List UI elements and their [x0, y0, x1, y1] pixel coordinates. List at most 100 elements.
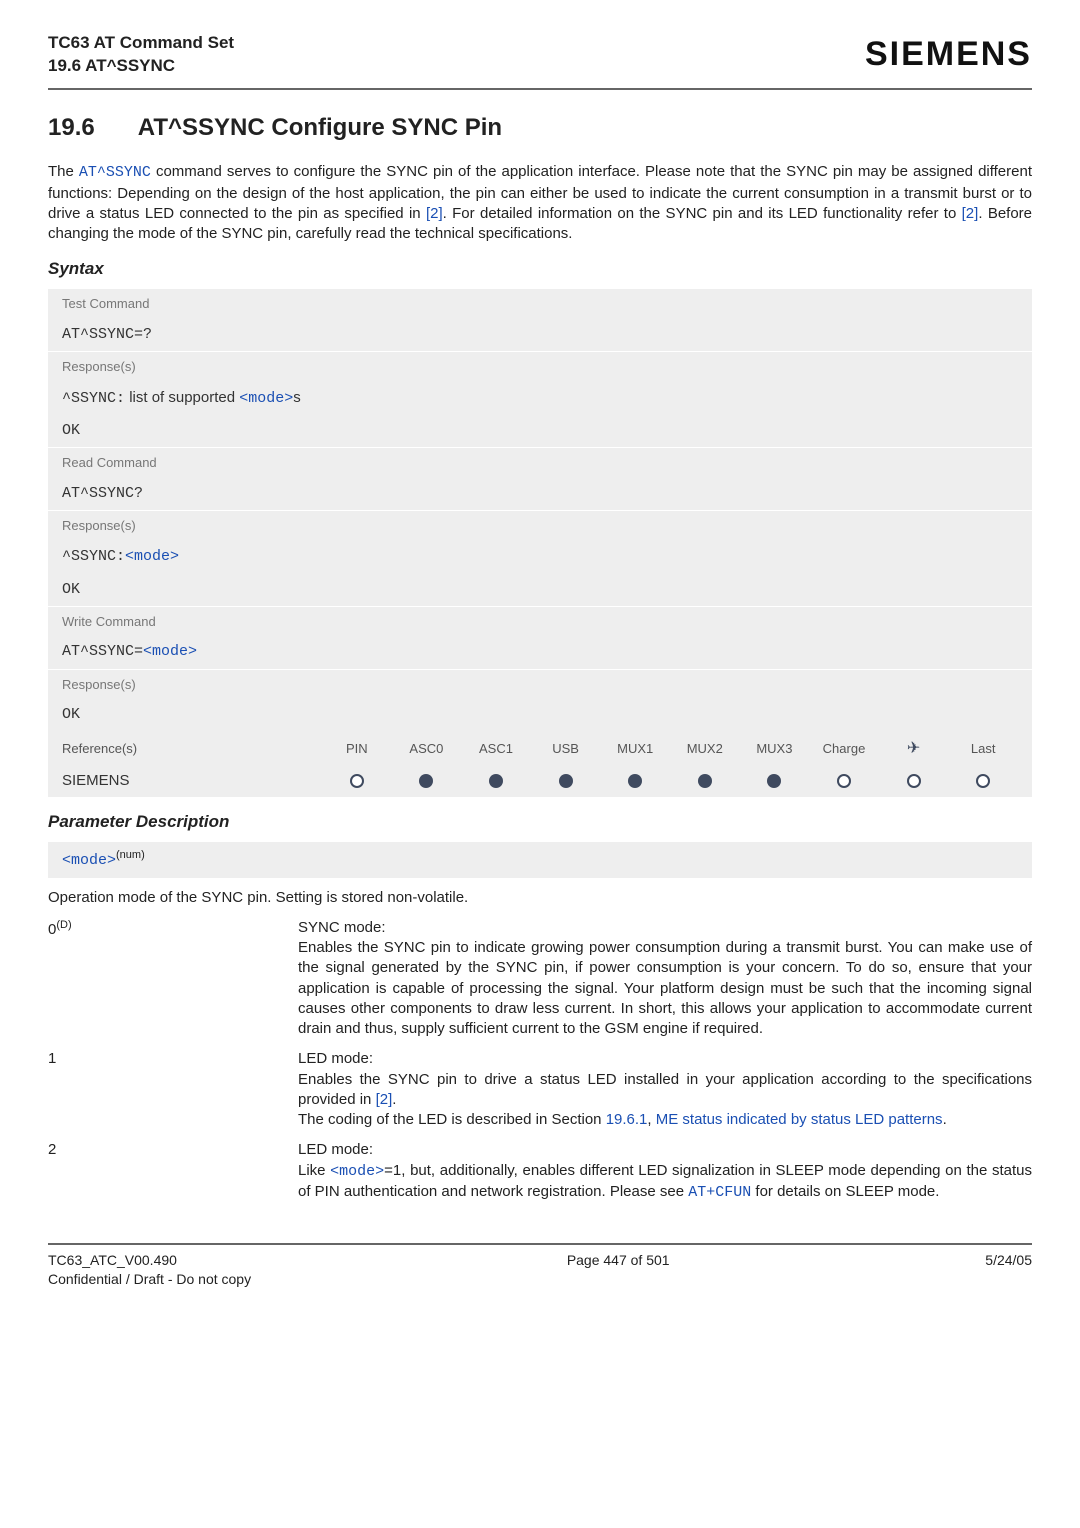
definition-key: 1 [48, 1049, 298, 1130]
col-pin: PIN [322, 740, 392, 758]
reference-header-row: Reference(s) PIN ASC0 ASC1 USB MUX1 MUX2… [48, 732, 1032, 766]
definition-body: for details on SLEEP mode. [751, 1183, 939, 1200]
section-heading-text: AT^SSYNC Configure SYNC Pin [138, 114, 502, 141]
cmd-link[interactable]: AT^SSYNC [79, 164, 151, 181]
support-dot-filled [559, 774, 573, 788]
col-asc1: ASC1 [461, 740, 531, 758]
definition-title: LED mode: [298, 1050, 373, 1067]
mode-intro: Operation mode of the SYNC pin. Setting … [48, 888, 1032, 908]
mode-link[interactable]: <mode> [239, 390, 293, 407]
intro-text: The [48, 163, 79, 180]
definition-row: 0(D) SYNC mode: Enables the SYNC pin to … [48, 918, 1032, 1040]
write-command-label: Write Command [48, 606, 1032, 637]
footer-date: 5/24/05 [985, 1251, 1032, 1289]
read-command: AT^SSYNC? [48, 478, 1032, 510]
definition-value: SYNC mode: Enables the SYNC pin to indic… [298, 918, 1032, 1040]
support-dot-filled [767, 774, 781, 788]
definition-body: Like [298, 1162, 330, 1179]
intro-paragraph: The AT^SSYNC command serves to configure… [48, 162, 1032, 244]
ok-line: OK [48, 699, 1032, 731]
footer-page-number: Page 447 of 501 [567, 1251, 670, 1289]
definition-value: LED mode: Like <mode>=1, but, additional… [298, 1140, 1032, 1203]
definition-body: , [647, 1111, 655, 1128]
support-dot-hollow [976, 774, 990, 788]
definition-key-value: 2 [48, 1141, 56, 1158]
support-dot-filled [419, 774, 433, 788]
response-label: Response(s) [48, 510, 1032, 541]
mode-link[interactable]: <mode> [125, 548, 179, 565]
definition-row: 1 LED mode: Enables the SYNC pin to driv… [48, 1049, 1032, 1130]
section-link[interactable]: 19.6.1 [606, 1111, 648, 1128]
definition-key: 2 [48, 1140, 298, 1203]
definition-value: LED mode: Enables the SYNC pin to drive … [298, 1049, 1032, 1130]
write-command: AT^SSYNC=<mode> [48, 636, 1032, 668]
syntax-panel: Test Command AT^SSYNC=? Response(s) ^SSY… [48, 289, 1032, 797]
reference-value-row: SIEMENS [48, 765, 1032, 797]
support-dot-hollow [907, 774, 921, 788]
mode-link[interactable]: <mode> [330, 1163, 384, 1180]
footer-doc-id: TC63_ATC_V00.490 [48, 1251, 251, 1270]
section-title: 19.6 AT^SSYNC Configure SYNC Pin [48, 112, 1032, 144]
col-asc0: ASC0 [392, 740, 462, 758]
mode-token-box: <mode>(num) [48, 842, 1032, 877]
col-usb: USB [531, 740, 601, 758]
col-charge: Charge [809, 740, 879, 758]
test-command-label: Test Command [48, 289, 1032, 319]
definition-body: Enables the SYNC pin to drive a status L… [298, 1071, 1032, 1108]
read-response: ^SSYNC:<mode> [48, 540, 1032, 573]
definition-key-sup: (D) [56, 919, 71, 931]
definition-row: 2 LED mode: Like <mode>=1, but, addition… [48, 1140, 1032, 1203]
support-dot-hollow [350, 774, 364, 788]
mode-link[interactable]: <mode> [143, 643, 197, 660]
definition-body: Enables the SYNC pin to indicate growing… [298, 939, 1032, 1037]
topic-link[interactable]: ME status indicated by status LED patter… [656, 1111, 943, 1128]
ref-link[interactable]: [2] [426, 205, 443, 222]
definition-body: . [943, 1111, 947, 1128]
header-rule [48, 88, 1032, 90]
reference-label: Reference(s) [62, 740, 322, 758]
cmd-link[interactable]: AT+CFUN [688, 1184, 751, 1201]
definition-body: The coding of the LED is described in Se… [298, 1111, 606, 1128]
definition-key-value: 1 [48, 1050, 56, 1067]
col-mux1: MUX1 [600, 740, 670, 758]
col-mux3: MUX3 [740, 740, 810, 758]
definition-body: . [392, 1091, 396, 1108]
support-dot-filled [628, 774, 642, 788]
footer-rule [48, 1243, 1032, 1245]
footer-confidential: Confidential / Draft - Do not copy [48, 1270, 251, 1289]
resp-prefix: ^SSYNC: [62, 548, 125, 565]
reference-name: SIEMENS [62, 771, 322, 791]
section-number: 19.6 [48, 112, 132, 144]
ref-link[interactable]: [2] [376, 1091, 393, 1108]
brand-logo: SIEMENS [865, 32, 1032, 78]
ok-line: OK [48, 415, 1032, 447]
write-cmd-prefix: AT^SSYNC= [62, 643, 143, 660]
resp-text: s [293, 389, 301, 406]
definition-title: SYNC mode: [298, 919, 386, 936]
support-dot-filled [698, 774, 712, 788]
col-mux2: MUX2 [670, 740, 740, 758]
response-label: Response(s) [48, 669, 1032, 700]
ref-link[interactable]: [2] [962, 205, 979, 222]
page-header: TC63 AT Command Set 19.6 AT^SSYNC SIEMEN… [48, 32, 1032, 78]
ok-line: OK [48, 574, 1032, 606]
page-footer: TC63_ATC_V00.490 Confidential / Draft - … [48, 1251, 1032, 1289]
parameter-description-heading: Parameter Description [48, 811, 1032, 834]
mode-token-sup: (num) [116, 849, 145, 861]
section-ref: 19.6 AT^SSYNC [48, 55, 234, 78]
resp-prefix: ^SSYNC: [62, 390, 125, 407]
support-dot-filled [489, 774, 503, 788]
test-command: AT^SSYNC=? [48, 319, 1032, 351]
read-command-label: Read Command [48, 447, 1032, 478]
product-name: TC63 AT Command Set [48, 32, 234, 55]
mode-token[interactable]: <mode> [62, 852, 116, 869]
definition-key: 0(D) [48, 918, 298, 1040]
response-label: Response(s) [48, 351, 1032, 382]
resp-text: list of supported [129, 389, 239, 406]
definition-title: LED mode: [298, 1141, 373, 1158]
airplane-icon: ✈ [879, 738, 949, 760]
intro-text: . For detailed information on the SYNC p… [443, 205, 962, 222]
test-response: ^SSYNC: list of supported <mode>s [48, 382, 1032, 415]
col-last: Last [948, 740, 1018, 758]
syntax-heading: Syntax [48, 258, 1032, 281]
